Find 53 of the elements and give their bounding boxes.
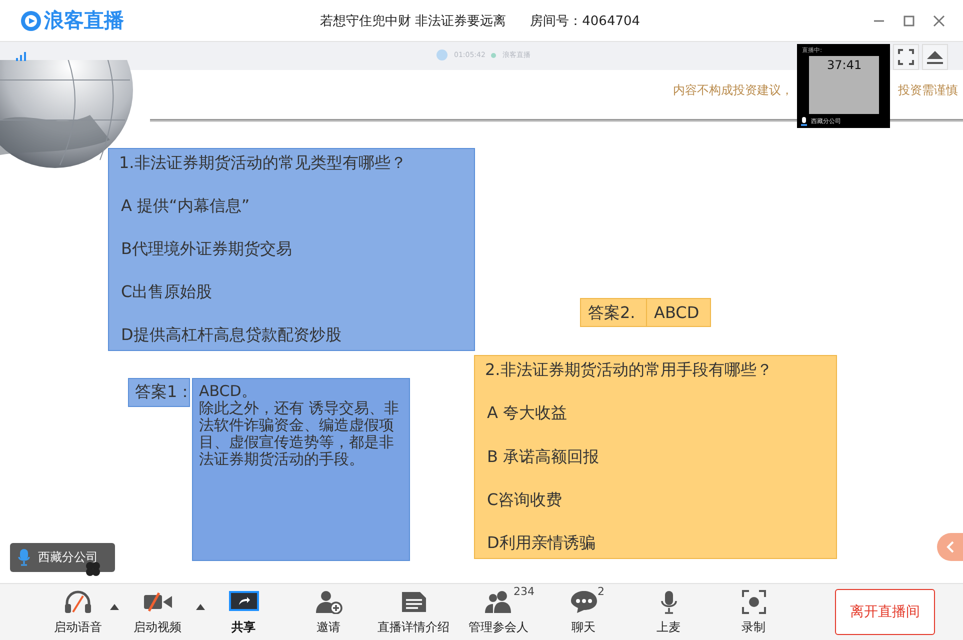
answer-option: D提供高杠杆高息贷款配资炒股	[119, 325, 464, 346]
fullscreen-icon[interactable]	[893, 44, 919, 70]
microphone-icon	[18, 549, 30, 566]
toolbar-button[interactable]: 直播详情介绍	[371, 586, 456, 638]
maximize-icon[interactable]	[903, 14, 915, 26]
caret-icon[interactable]	[196, 604, 205, 610]
answer-option: C出售原始股	[119, 282, 464, 303]
answer-option: A 夸大收益	[485, 403, 826, 424]
answer-option: C咨询收费	[485, 490, 826, 511]
speaker-name: 西藏分公司	[38, 549, 98, 566]
microphone-icon	[801, 117, 807, 126]
caret-icon[interactable]	[110, 604, 119, 610]
toolbar-button[interactable]: 上麦	[626, 586, 711, 638]
room-number: 房间号：4064704	[530, 12, 640, 30]
toolbar-button[interactable]: 邀请	[286, 586, 371, 638]
answer-text: ABCD	[646, 298, 711, 327]
toolbar-button[interactable]: 启动语音	[42, 586, 114, 638]
microphone-icon	[660, 590, 678, 614]
close-icon[interactable]	[933, 14, 945, 26]
count-label: 234	[514, 585, 534, 598]
answer-text: ABCD。	[199, 383, 258, 400]
record-icon	[742, 590, 766, 614]
toolbar-button[interactable]: 录制	[711, 586, 796, 638]
app-logo: 浪客直播	[44, 7, 124, 34]
live-timer: 37:41	[827, 58, 862, 72]
add-user-icon	[314, 590, 342, 614]
toolbar-button[interactable]: 启动视频	[115, 586, 200, 638]
eject-icon[interactable]	[922, 44, 948, 70]
answer-label: 答案1：	[128, 378, 190, 407]
leave-button[interactable]: 离开直播间	[835, 589, 935, 635]
document-icon	[400, 591, 426, 613]
answer-option: B 承诺高额回报	[485, 446, 826, 468]
disclaimer-text: 投资需谨慎	[898, 82, 958, 99]
video-frame	[809, 56, 879, 114]
answer-option: D利用亲情诱骗	[485, 533, 826, 554]
answer-option: A 提供“内幕信息”	[119, 196, 464, 217]
toolbar-button[interactable]: 共享	[201, 586, 286, 638]
question-title: 2.非法证券期货活动的常用手段有哪些？	[485, 360, 774, 381]
share-screen-icon	[228, 591, 258, 613]
chat-icon	[570, 590, 598, 614]
toolbar-button[interactable]: 234 管理参会人	[456, 586, 541, 638]
toolbar-button[interactable]: 2 聊天	[541, 586, 626, 638]
camera-off-icon	[142, 592, 172, 612]
signal-icon	[16, 52, 28, 60]
answer-option: B代理境外证券期货交易	[119, 239, 464, 260]
people-icon	[484, 590, 514, 614]
answer-label: 答案2.	[580, 298, 647, 327]
question-title: 1.非法证券期货活动的常见类型有哪些？	[119, 153, 408, 174]
count-label: 2	[598, 585, 604, 598]
disclaimer-text: 内容不构成投资建议，	[673, 82, 793, 99]
headset-muted-icon	[63, 590, 93, 614]
window-title: 若想守住兜中财 非法证券要远离	[320, 12, 506, 30]
answer-text: 除此之外，还有 诱导交易、非法软件诈骗资金、编造虚假项目、虚假宣传造势等，都是非法证券期货活动的手段。	[199, 400, 400, 468]
